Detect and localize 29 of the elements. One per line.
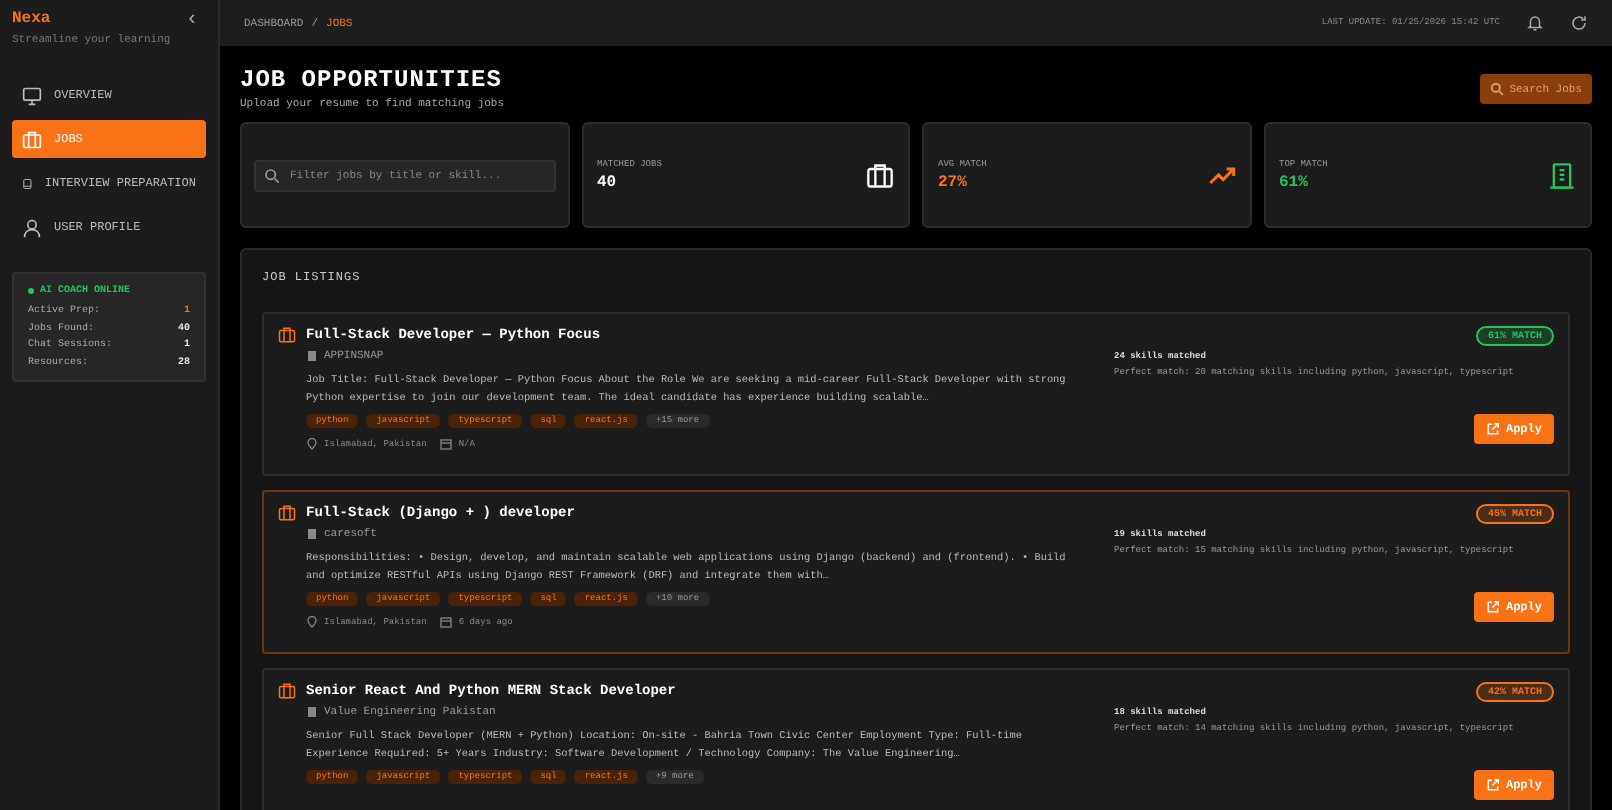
monitor-icon bbox=[22, 85, 42, 105]
briefcase-icon bbox=[22, 129, 42, 149]
job-card[interactable] bbox=[262, 668, 1570, 810]
location-pin-icon bbox=[306, 438, 318, 450]
calendar-icon bbox=[440, 616, 453, 628]
trend-up-icon bbox=[1207, 161, 1235, 189]
book-icon bbox=[22, 173, 33, 193]
stat-value: 27% bbox=[938, 173, 969, 191]
external-link-icon bbox=[1485, 422, 1500, 436]
page-title: JOB OPPORTUNITIES bbox=[240, 66, 504, 94]
external-link-icon bbox=[1485, 778, 1500, 792]
stat-value: 61% bbox=[1279, 173, 1310, 191]
briefcase-icon bbox=[278, 682, 296, 700]
external-link-icon bbox=[1485, 600, 1500, 614]
briefcase-icon bbox=[866, 161, 894, 189]
search-icon bbox=[264, 167, 280, 183]
stat-value: 40 bbox=[597, 173, 619, 191]
brand-name: Nexa bbox=[12, 10, 53, 28]
bell-icon[interactable] bbox=[1526, 14, 1544, 32]
job-card[interactable] bbox=[262, 490, 1570, 654]
briefcase-icon bbox=[278, 326, 296, 344]
refresh-icon[interactable] bbox=[1570, 14, 1588, 32]
search-icon bbox=[1489, 82, 1504, 96]
user-icon bbox=[22, 217, 42, 237]
location-pin-icon bbox=[306, 616, 318, 628]
job-card[interactable] bbox=[262, 312, 1570, 476]
collapse-button[interactable]: ‹ bbox=[177, 10, 206, 32]
calendar-icon bbox=[440, 438, 453, 450]
briefcase-icon bbox=[278, 504, 296, 522]
